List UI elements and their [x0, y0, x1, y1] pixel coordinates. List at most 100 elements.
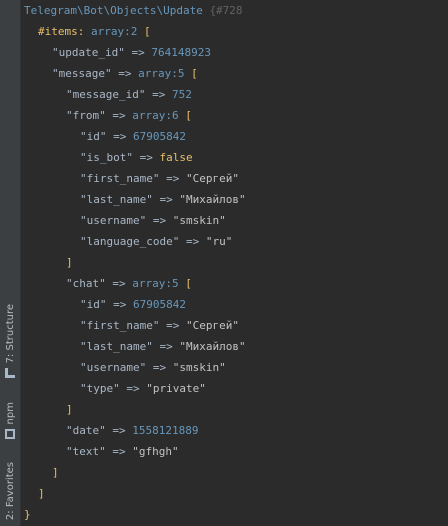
- chat-key: "chat": [66, 277, 106, 290]
- arrow: =>: [112, 424, 126, 437]
- language-code-key: "language_code": [80, 235, 180, 248]
- from-close-bracket: ]: [66, 256, 73, 269]
- items-close-bracket: ]: [38, 487, 45, 500]
- chat-type-value: "private": [146, 382, 206, 395]
- language-code-value: "ru": [205, 235, 233, 248]
- arrow: =>: [159, 193, 173, 206]
- chat-username-key: "username": [80, 361, 147, 374]
- arrow: =>: [152, 88, 166, 101]
- from-key: "from": [66, 109, 106, 122]
- chat-close-bracket: ]: [66, 403, 73, 416]
- class-name: Telegram\Bot\Objects\Update: [24, 4, 203, 17]
- items-line: #items: array:2 [: [38, 21, 151, 42]
- language-code-line: "language_code" => "ru": [80, 231, 232, 252]
- arrow: =>: [112, 109, 126, 122]
- from-username-value: "smskin": [172, 214, 226, 227]
- object-close-line: }: [24, 504, 31, 525]
- is-bot-key: "is_bot": [80, 151, 133, 164]
- structure-icon: [5, 368, 15, 379]
- items-label: #items:: [38, 25, 85, 38]
- items-open-bracket: [: [143, 25, 151, 38]
- from-first-name-value: "Сергей": [185, 172, 239, 185]
- arrow: =>: [152, 361, 167, 374]
- chat-username-value: "smskin": [172, 361, 226, 374]
- chat-first-name-key: "first_name": [80, 319, 160, 332]
- from-close-line: ]: [66, 252, 73, 273]
- chat-first-name-value: "Сергей": [185, 319, 239, 332]
- from-last-name-line: "last_name" => "Михайлов": [80, 189, 246, 210]
- arrow: =>: [166, 172, 180, 185]
- object-ref[interactable]: {#728: [209, 4, 242, 17]
- from-type[interactable]: array:6: [132, 109, 178, 122]
- arrow: =>: [185, 235, 200, 248]
- update-id-line: "update_id" => 764148923: [52, 42, 211, 63]
- chat-last-name-value: "Михайлов": [179, 340, 246, 353]
- from-username-key: "username": [80, 214, 147, 227]
- from-id-value: 67905842: [133, 130, 186, 143]
- from-id-line: "id" => 67905842: [80, 126, 186, 147]
- is-bot-value: false: [159, 151, 193, 164]
- message-close-line: ]: [52, 462, 59, 483]
- message-key: "message": [52, 67, 112, 80]
- message-id-value: 752: [171, 88, 192, 101]
- update-id-key: "update_id": [52, 46, 125, 59]
- is-bot-line: "is_bot" => false: [80, 147, 193, 168]
- npm-tool-button[interactable]: npm: [0, 402, 20, 440]
- text-key: "text": [66, 445, 106, 458]
- from-line: "from" => array:6 [: [66, 105, 192, 126]
- from-username-line: "username" => "smskin": [80, 210, 226, 231]
- chat-close-line: ]: [66, 399, 73, 420]
- arrow: =>: [159, 340, 173, 353]
- arrow: =>: [139, 151, 153, 164]
- message-id-key: "message_id": [66, 88, 146, 101]
- update-id-value: 764148923: [151, 46, 211, 59]
- items-type[interactable]: array:2: [91, 25, 137, 38]
- favorites-tool-button[interactable]: 2: Favorites: [0, 462, 20, 520]
- from-last-name-value: "Михайлов": [179, 193, 246, 206]
- npm-icon: [5, 429, 15, 440]
- object-close-brace: }: [24, 508, 31, 521]
- from-first-name-line: "first_name" => "Сергей": [80, 168, 239, 189]
- chat-username-line: "username" => "smskin": [80, 357, 226, 378]
- arrow: =>: [112, 445, 126, 458]
- chat-type-key: "type": [80, 382, 120, 395]
- date-key: "date": [66, 424, 106, 437]
- chat-id-key: "id": [80, 298, 107, 311]
- chat-id-value: 67905842: [133, 298, 186, 311]
- chat-type[interactable]: array:5: [132, 277, 178, 290]
- message-open-bracket: [: [191, 67, 198, 80]
- chat-first-name-line: "first_name" => "Сергей": [80, 315, 239, 336]
- structure-tool-button[interactable]: 7: Structure: [0, 304, 20, 379]
- text-line: "text" => "gfhgh": [66, 441, 179, 462]
- favorites-label: 2: Favorites: [4, 462, 16, 521]
- from-open-bracket: [: [185, 109, 192, 122]
- message-type[interactable]: array:5: [138, 67, 184, 80]
- chat-type-line: "type" => "private": [80, 378, 206, 399]
- tool-window-sidebar: 7: Structure npm 2: Favorites: [0, 0, 21, 526]
- structure-label: 7: Structure: [4, 304, 16, 364]
- arrow: =>: [118, 67, 132, 80]
- arrow: =>: [113, 298, 127, 311]
- from-id-key: "id": [80, 130, 107, 143]
- items-close-line: ]: [38, 483, 45, 504]
- date-value: 1558121889: [132, 424, 199, 437]
- arrow: =>: [131, 46, 145, 59]
- arrow: =>: [152, 214, 167, 227]
- arrow: =>: [113, 130, 127, 143]
- chat-last-name-key: "last_name": [80, 340, 153, 353]
- text-value: "gfhgh": [132, 445, 179, 458]
- arrow: =>: [126, 382, 140, 395]
- chat-open-bracket: [: [185, 277, 192, 290]
- date-line: "date" => 1558121889: [66, 420, 198, 441]
- from-last-name-key: "last_name": [80, 193, 153, 206]
- dump-header-line: Telegram\Bot\Objects\Update {#728: [24, 0, 243, 21]
- arrow: =>: [166, 319, 180, 332]
- npm-label: npm: [4, 402, 16, 425]
- message-id-line: "message_id" => 752: [66, 84, 192, 105]
- message-close-bracket: ]: [52, 466, 59, 479]
- from-first-name-key: "first_name": [80, 172, 160, 185]
- dump-output: Telegram\Bot\Objects\Update {#728 #items…: [24, 0, 448, 526]
- chat-line: "chat" => array:5 [: [66, 273, 192, 294]
- chat-id-line: "id" => 67905842: [80, 294, 186, 315]
- message-line: "message" => array:5 [: [52, 63, 198, 84]
